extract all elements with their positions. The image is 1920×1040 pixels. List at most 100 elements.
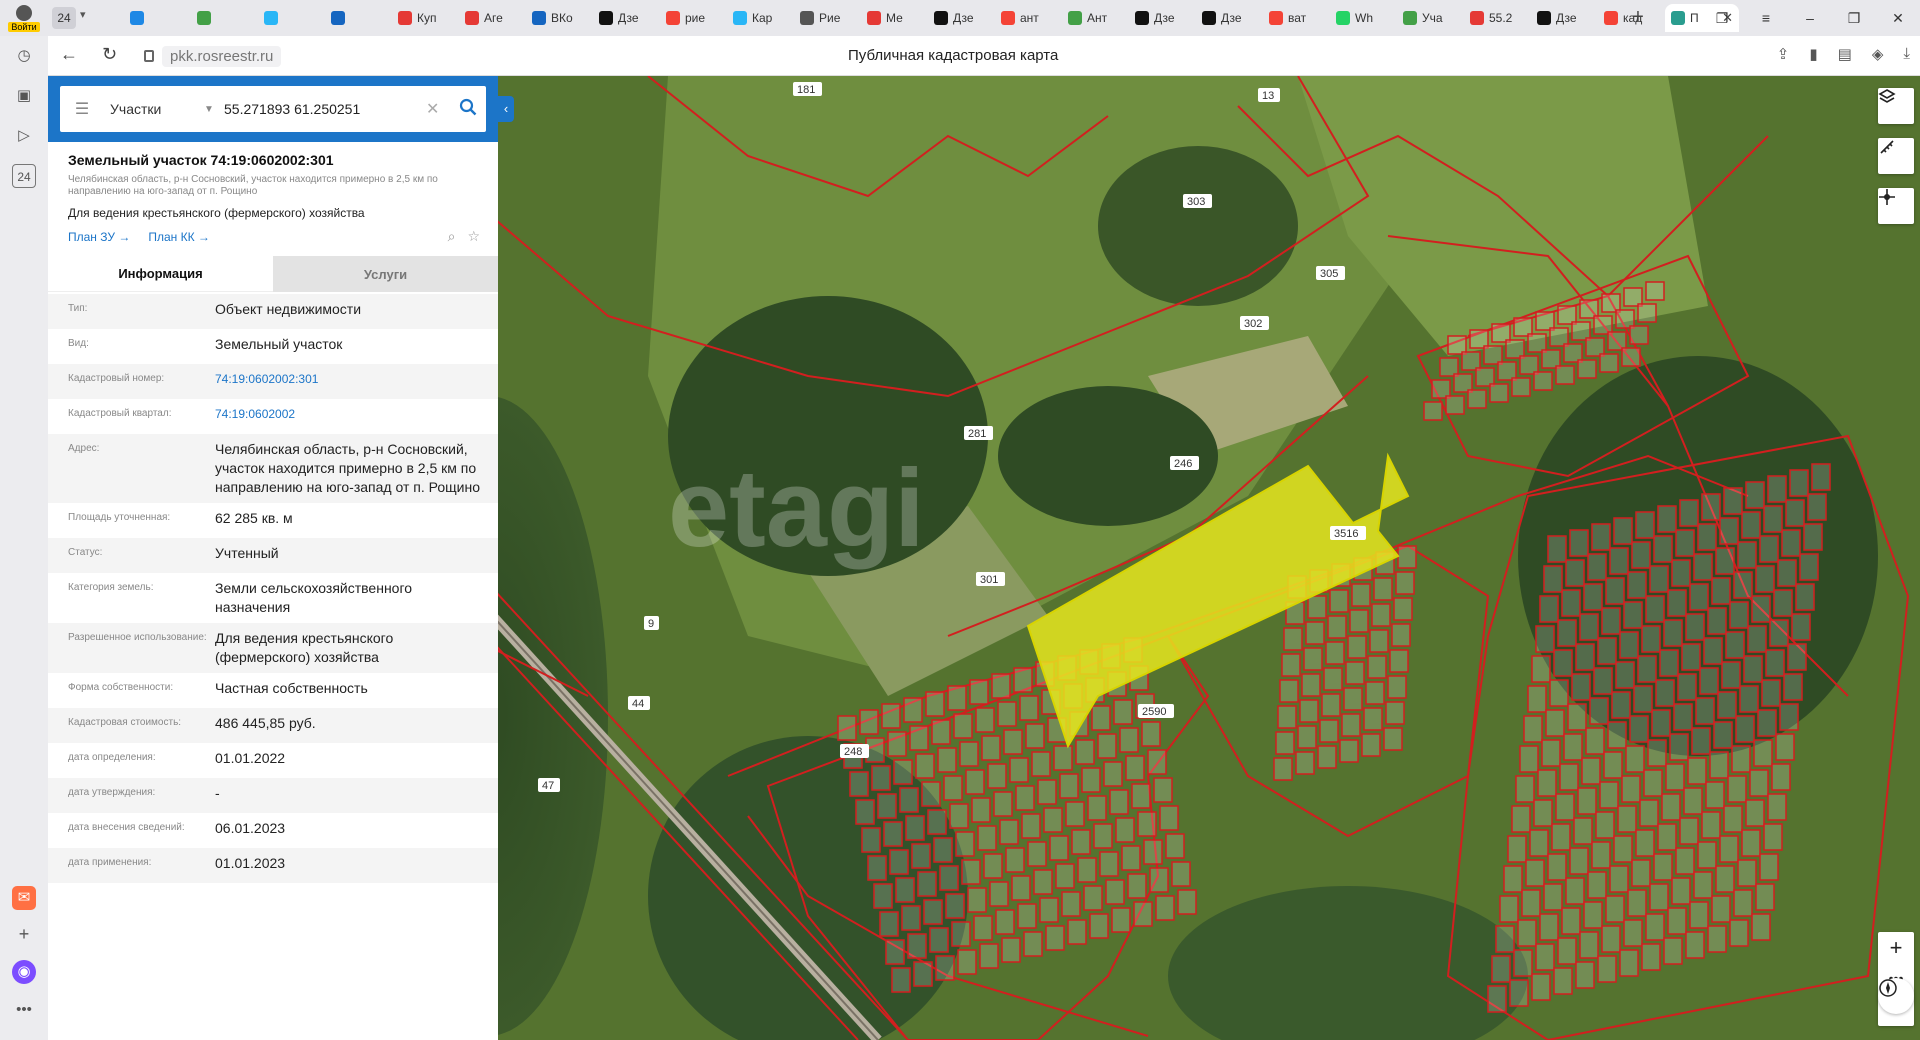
profile-button[interactable]: Войти <box>0 0 48 36</box>
browser-tab[interactable]: 55.2 <box>1464 4 1531 32</box>
plan-zu-link[interactable]: План ЗУ → <box>68 230 130 244</box>
svg-text:13: 13 <box>1262 90 1274 102</box>
browser-tab[interactable]: Дзе <box>928 4 995 32</box>
lot-cell <box>1791 613 1811 641</box>
browser-tab[interactable]: Аге <box>459 4 526 32</box>
browser-tab[interactable]: ант <box>995 4 1062 32</box>
lot-cell <box>1489 383 1509 403</box>
more-icon[interactable]: ••• <box>12 998 36 1022</box>
parcel-label[interactable]: 302 <box>1240 316 1269 330</box>
parcel-label[interactable]: 303 <box>1183 194 1212 208</box>
url-field[interactable]: pkk.rosreestr.ru <box>144 44 282 68</box>
search-area-icon[interactable]: ⌕ <box>448 228 456 245</box>
plan-kk-link[interactable]: План КК → <box>148 230 210 244</box>
parcel-label[interactable]: 281 <box>964 426 993 440</box>
info-key: Кадастровый номер: <box>68 373 165 384</box>
calendar-icon[interactable]: 24 <box>12 164 36 188</box>
chevron-down-icon[interactable]: ▾ <box>80 8 86 21</box>
layers-button[interactable] <box>1878 88 1914 124</box>
bookmark-icon[interactable]: ▮ <box>1809 45 1817 63</box>
app-icon[interactable]: ✉ <box>12 886 36 910</box>
lot-cell <box>1487 985 1507 1013</box>
locate-button[interactable] <box>1878 188 1914 224</box>
browser-tab[interactable]: Уча <box>1397 4 1464 32</box>
collections-icon[interactable]: ▤ <box>1838 45 1852 63</box>
parcel-label[interactable]: 181 <box>793 82 822 96</box>
browser-tab[interactable] <box>124 4 191 32</box>
url-text[interactable]: pkk.rosreestr.ru <box>162 45 282 67</box>
browser-tab[interactable]: Дзе <box>1196 4 1263 32</box>
parcel-label[interactable]: 248 <box>840 744 869 758</box>
menu-icon[interactable]: ☰ <box>60 99 104 119</box>
restore-button[interactable]: ❐ <box>1832 0 1876 36</box>
browser-tab[interactable]: Wh <box>1330 4 1397 32</box>
tab-services[interactable]: Услуги <box>273 256 498 292</box>
parcel-label[interactable]: 3516 <box>1330 526 1366 540</box>
info-link[interactable]: 74:19:0602002 <box>215 405 498 428</box>
lot-cell <box>1613 835 1633 863</box>
close-window-button[interactable]: ✕ <box>1876 0 1920 36</box>
parcel-label[interactable]: 44 <box>628 696 650 710</box>
lot-cell <box>1609 547 1629 575</box>
browser-tab[interactable]: Кар <box>727 4 794 32</box>
add-icon[interactable]: + <box>12 922 36 946</box>
menu-icon[interactable]: ≡ <box>1744 0 1788 36</box>
collapse-panel-button[interactable]: ‹ <box>498 96 514 122</box>
play-icon[interactable]: ▷ <box>12 124 36 148</box>
lot-cell <box>1715 865 1735 893</box>
tab-info[interactable]: Информация <box>48 256 273 292</box>
browser-tab[interactable]: Дзе <box>593 4 660 32</box>
reload-button[interactable]: ↻ <box>102 44 117 65</box>
lot-cell <box>1689 583 1709 611</box>
lot-cell <box>1361 733 1381 757</box>
download-icon[interactable]: ⤓ <box>1903 45 1910 63</box>
lot-cell <box>1705 781 1725 809</box>
extension-icon[interactable]: ◈ <box>1872 45 1884 63</box>
chevron-down-icon[interactable]: ▼ <box>204 104 224 115</box>
parcel-label[interactable]: 47 <box>538 778 560 792</box>
search-button[interactable] <box>450 98 486 121</box>
browser-tab[interactable]: рие <box>660 4 727 32</box>
lot-cell <box>1003 729 1023 755</box>
parcel-label[interactable]: 13 <box>1258 88 1280 102</box>
browser-tab[interactable]: Куп <box>392 4 459 32</box>
info-link[interactable]: 74:19:0602002:301 <box>215 370 498 393</box>
parcel-label[interactable]: 246 <box>1170 456 1199 470</box>
zoom-in-button[interactable]: + <box>1878 932 1914 963</box>
browser-tab[interactable] <box>258 4 325 32</box>
browser-tab[interactable]: Дзе <box>1531 4 1598 32</box>
share-icon[interactable]: ⇪ <box>1777 45 1790 63</box>
browser-tab[interactable]: Ант <box>1062 4 1129 32</box>
search-input[interactable]: 55.271893 61.250251 <box>224 101 426 117</box>
new-tab-button[interactable]: + <box>1626 6 1650 30</box>
favicon-icon <box>465 11 479 25</box>
browser-tab-strip: Войти 24 ▾ Куп Аге ВКо Дзе рие Кар Рие Ме Дзе ант… <box>0 0 1920 36</box>
assistant-icon[interactable]: ◉ <box>12 960 36 984</box>
measure-button[interactable] <box>1878 138 1914 174</box>
history-icon[interactable]: ◷ <box>12 44 36 68</box>
parcel-label[interactable]: 301 <box>976 572 1005 586</box>
lot-cell <box>1155 895 1175 921</box>
parcel-label[interactable]: 305 <box>1316 266 1345 280</box>
browser-tab[interactable]: ват <box>1263 4 1330 32</box>
compass-button[interactable] <box>1878 978 1914 1014</box>
browser-tab[interactable] <box>191 4 258 32</box>
notes-icon[interactable]: ▣ <box>12 84 36 108</box>
parcel-label[interactable]: 9 <box>644 616 659 630</box>
bookmarks-icon[interactable]: ❐ <box>1700 0 1744 36</box>
parcel-label[interactable]: 2590 <box>1138 704 1174 718</box>
tab-count-badge[interactable]: 24 <box>52 7 76 29</box>
back-button[interactable]: ← <box>60 44 78 65</box>
lot-cell <box>1523 715 1543 743</box>
browser-tab[interactable]: Рие <box>794 4 861 32</box>
star-icon[interactable]: ☆ <box>467 228 480 245</box>
lot-cell <box>1771 763 1791 791</box>
browser-tab[interactable]: Ме <box>861 4 928 32</box>
browser-tab[interactable]: Дзе <box>1129 4 1196 32</box>
layer-select[interactable]: Участки <box>104 101 204 117</box>
browser-tab[interactable] <box>325 4 392 32</box>
minimize-button[interactable]: – <box>1788 0 1832 36</box>
lot-cell <box>1669 733 1689 761</box>
clear-icon[interactable]: ✕ <box>426 99 450 119</box>
browser-tab[interactable]: ВКо <box>526 4 593 32</box>
